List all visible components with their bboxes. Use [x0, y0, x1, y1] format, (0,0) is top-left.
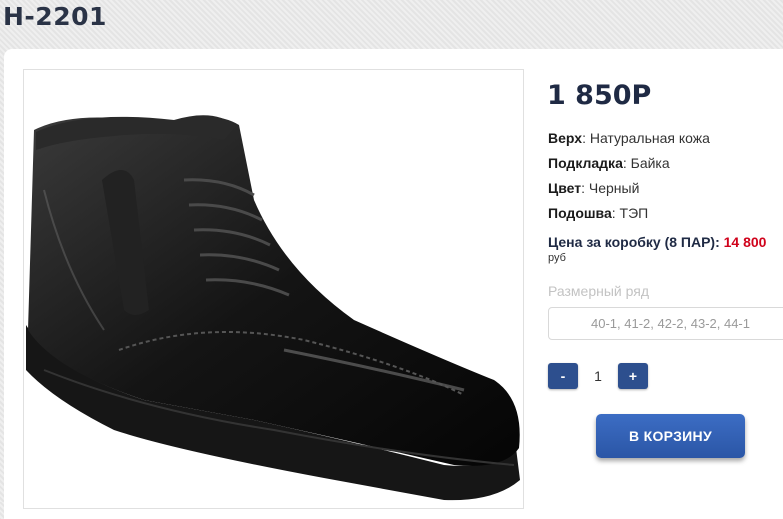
box-price-value: 14 800: [723, 234, 767, 250]
box-price: Цена за коробку (8 ПАР): 14 800: [548, 234, 766, 250]
spec-upper: Верх: Натуральная кожа: [548, 130, 710, 146]
product-image[interactable]: [23, 69, 524, 509]
product-title: H-2201: [3, 2, 107, 31]
spec-label: Верх: [548, 130, 583, 146]
shoe-image: [26, 115, 520, 501]
spec-label: Подошва: [548, 205, 612, 221]
spec-lining: Подкладка: Байка: [548, 155, 670, 171]
quantity-plus-button[interactable]: +: [618, 363, 648, 389]
product-price: 1 850Р: [547, 80, 652, 111]
spec-value: : ТЭП: [611, 205, 649, 221]
add-to-cart-button[interactable]: В КОРЗИНУ: [596, 414, 745, 458]
spec-sole: Подошва: ТЭП: [548, 205, 648, 221]
quantity-minus-button[interactable]: -: [548, 363, 578, 389]
spec-value: : Натуральная кожа: [582, 130, 710, 146]
sizes-select[interactable]: 40-1, 41-2, 42-2, 43-2, 44-1: [548, 307, 783, 340]
box-price-currency: руб: [548, 252, 566, 264]
spec-label: Подкладка: [548, 155, 623, 171]
sizes-label: Размерный ряд: [548, 283, 650, 299]
spec-value: : Байка: [622, 155, 670, 171]
quantity-input[interactable]: 1: [578, 363, 618, 389]
spec-color: Цвет: Черный: [548, 180, 639, 196]
spec-label: Цвет: [548, 180, 582, 196]
spec-value: : Черный: [581, 180, 640, 196]
box-price-label: Цена за коробку (8 ПАР):: [548, 234, 724, 250]
